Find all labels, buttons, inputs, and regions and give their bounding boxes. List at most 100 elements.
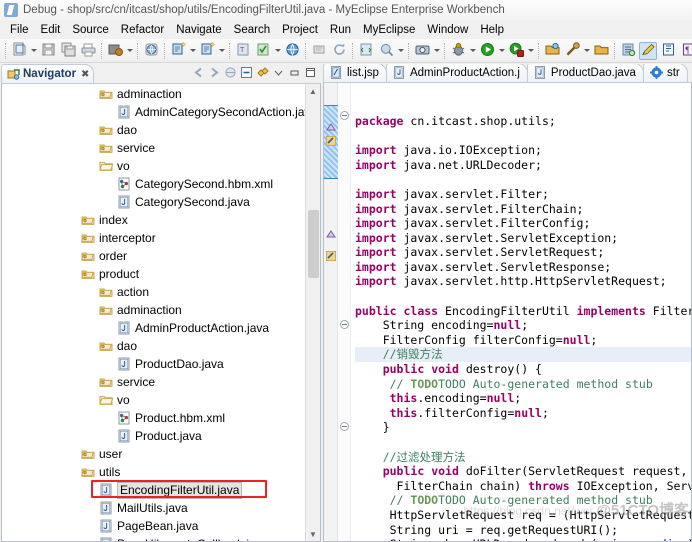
tree-item[interactable]: adminaction (2, 85, 305, 103)
new-class-button[interactable] (198, 41, 216, 60)
annotate-button[interactable] (639, 41, 657, 60)
code-viewport[interactable]: package cn.itcast.shop.utils; import jav… (351, 83, 691, 541)
todo-marker-icon-2[interactable] (325, 250, 337, 264)
new-xml-button[interactable] (357, 42, 375, 60)
maximize-button[interactable] (303, 66, 318, 81)
tree-item[interactable]: action (2, 283, 305, 301)
chevron-down-icon[interactable] (217, 42, 226, 60)
show-whitespace-button[interactable] (659, 42, 677, 60)
menu-item-search[interactable]: Search (228, 23, 276, 37)
chevron-down-icon[interactable] (432, 42, 441, 60)
external-tools-button[interactable] (563, 41, 581, 60)
print-button[interactable] (79, 42, 97, 60)
link-with-editor-button[interactable] (255, 66, 270, 81)
collapse-marker-icon[interactable] (326, 121, 336, 135)
tree-item[interactable]: dao (2, 337, 305, 355)
tree-item[interactable]: adminaction (2, 301, 305, 319)
save-button[interactable] (39, 42, 57, 60)
menu-item-edit[interactable]: Edit (35, 23, 67, 37)
collapse-marker-icon-2[interactable] (326, 228, 336, 242)
tree-item[interactable]: product (2, 265, 305, 283)
chevron-down-icon[interactable] (526, 42, 535, 60)
menu-item-help[interactable]: Help (474, 23, 510, 37)
run-button[interactable] (478, 42, 496, 60)
menu-item-refactor[interactable]: Refactor (115, 23, 170, 37)
pilcrow-button[interactable]: ¶ (679, 42, 692, 60)
tree-item[interactable]: CategorySecond.java (2, 193, 305, 211)
editor-tab-str[interactable]: str (642, 64, 688, 82)
chevron-down-icon[interactable] (396, 42, 405, 60)
menu-item-window[interactable]: Window (421, 23, 474, 37)
fold-toggle-imports[interactable] (340, 110, 349, 120)
tree-item[interactable]: dao (2, 121, 305, 139)
menu-item-file[interactable]: File (4, 23, 35, 37)
tree-item[interactable]: order (2, 247, 305, 265)
menu-item-source[interactable]: Source (66, 23, 114, 37)
scroll-thumb[interactable] (307, 210, 319, 278)
tree-item-selected[interactable]: EncodingFilterUtil.java (2, 481, 305, 499)
editor-folding-bar[interactable] (338, 82, 351, 541)
tree-item[interactable]: utils (2, 463, 305, 481)
tree-item[interactable]: ProductDao.java (2, 355, 305, 373)
debug-button[interactable] (449, 42, 467, 60)
server-button[interactable] (142, 42, 160, 60)
chevron-down-icon[interactable] (273, 42, 282, 60)
new-java-element-button[interactable] (169, 41, 187, 60)
navigator-vertical-scrollbar[interactable]: ▲ ▼ (305, 84, 320, 541)
tree-item[interactable]: CategorySecond.hbm.xml (2, 175, 305, 193)
editor-tab-adminproductaction-j[interactable]: AdminProductAction.j (385, 64, 528, 82)
chevron-down-icon[interactable] (188, 42, 197, 60)
tree-item[interactable]: Product.java (2, 427, 305, 445)
menu-item-myeclipse[interactable]: MyEclipse (357, 23, 421, 37)
search-button[interactable] (377, 42, 395, 60)
quick-outline-button[interactable] (619, 42, 637, 60)
project-tree[interactable]: adminaction AdminCategorySecondAction.jav… (2, 84, 305, 541)
tree-item[interactable]: user (2, 445, 305, 463)
open-task-button[interactable] (254, 42, 272, 60)
close-icon[interactable]: ✖ (81, 69, 89, 80)
forward-button[interactable] (207, 66, 222, 81)
refresh-button[interactable] (330, 42, 348, 60)
back-button[interactable] (191, 66, 206, 81)
run-external-button[interactable] (507, 42, 525, 60)
tree-item[interactable]: Product.hbm.xml (2, 409, 305, 427)
chevron-down-icon[interactable] (468, 42, 477, 60)
snapshot-button[interactable] (413, 42, 431, 60)
tree-item[interactable]: interceptor (2, 229, 305, 247)
tree-item[interactable]: PageHibernateCallback.java (2, 535, 305, 541)
open-type-button[interactable]: T (234, 42, 252, 60)
previous-edit-button[interactable] (592, 42, 610, 60)
chevron-down-icon[interactable] (582, 42, 591, 60)
tree-item[interactable]: index (2, 211, 305, 229)
editor-marker-bar[interactable] (324, 82, 338, 541)
editor-tab-list-jsp[interactable]: list.jsp (323, 64, 387, 82)
todo-marker-icon[interactable] (325, 135, 337, 149)
menu-item-run[interactable]: Run (324, 23, 357, 37)
tree-item[interactable]: vo (2, 391, 305, 409)
scroll-track[interactable] (306, 98, 321, 527)
chevron-down-icon[interactable] (125, 42, 134, 60)
tree-item[interactable]: AdminCategorySecondAction.java (2, 103, 305, 121)
open-resource-button[interactable] (543, 42, 561, 60)
editor-tab-productdao-java[interactable]: ProductDao.java (526, 64, 644, 82)
web-browser-button[interactable] (283, 42, 301, 60)
collapse-all-button[interactable] (239, 66, 254, 81)
tree-item[interactable]: PageBean.java (2, 517, 305, 535)
tree-item[interactable]: MailUtils.java (2, 499, 305, 517)
view-menu-button[interactable] (271, 66, 286, 81)
new-wizard-button[interactable] (10, 42, 28, 60)
menu-item-navigate[interactable]: Navigate (170, 23, 227, 37)
chevron-down-icon[interactable] (497, 42, 506, 60)
tree-item[interactable]: service (2, 139, 305, 157)
tree-item[interactable]: service (2, 373, 305, 391)
chevron-down-icon[interactable] (29, 42, 38, 60)
menu-item-project[interactable]: Project (276, 23, 324, 37)
scroll-up-icon[interactable]: ▲ (306, 84, 321, 98)
tree-item[interactable]: vo (2, 157, 305, 175)
fold-toggle-dofilter[interactable] (340, 421, 349, 431)
print-preview-button[interactable] (310, 42, 328, 60)
save-all-button[interactable] (59, 42, 77, 60)
home-button[interactable] (223, 66, 238, 81)
deploy-button[interactable] (106, 42, 124, 60)
scroll-down-icon[interactable]: ▼ (306, 527, 321, 541)
